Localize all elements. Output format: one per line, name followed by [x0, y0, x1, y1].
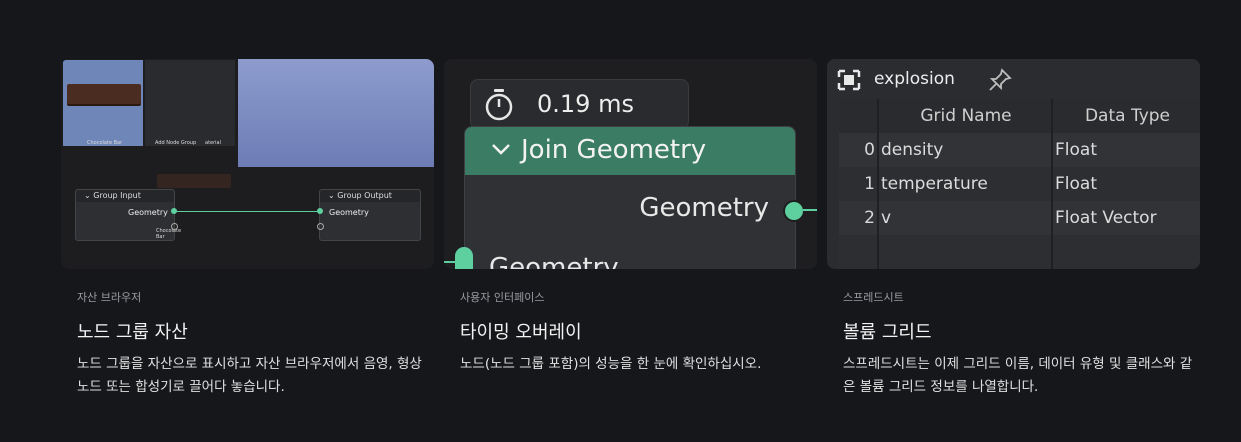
timing-badge: 0.19 ms — [470, 79, 689, 129]
timing-overlay-thumbnail: 0.19 ms Join Geometry Geometry Geometry — [444, 59, 817, 269]
table-row[interactable]: 0 density Float — [839, 133, 1200, 167]
grid-name-cell: temperature — [877, 167, 1052, 201]
card-title: 볼륨 그리드 — [843, 322, 932, 343]
asset-label: aterial — [205, 140, 221, 146]
data-type-cell: Float — [1051, 133, 1200, 167]
column-header-data-type[interactable]: Data Type — [1051, 99, 1200, 133]
feature-card-asset-browser: Chocolate Bar Add Node Group aterial ⌄ G… — [61, 59, 434, 399]
card-category: 스프레드시트 — [843, 291, 904, 304]
grid-name-cell-empty — [877, 235, 1052, 269]
viewport-preview — [238, 59, 434, 167]
data-type-cell: Float Vector — [1051, 201, 1200, 235]
row-index-empty — [839, 235, 878, 269]
node-title: Group Output — [337, 191, 392, 200]
table-row[interactable]: 2 v Float Vector — [839, 201, 1200, 235]
card-description: 스프레드시트는 이제 그리드 이름, 데이터 유형 및 클래스와 같은 볼륨 그… — [843, 356, 1193, 395]
card-description: 노드 그룹을 자산으로 표시하고 자산 브라우저에서 음영, 형상 노드 또는 … — [77, 356, 422, 395]
spreadsheet-header: explosion — [827, 59, 1200, 99]
pin-icon[interactable] — [987, 67, 1013, 93]
object-name: explosion — [874, 69, 955, 89]
chevron-down-icon[interactable] — [489, 137, 513, 161]
asset-tile-material[interactable]: Add Node Group aterial — [145, 60, 302, 146]
output-socket[interactable] — [783, 200, 805, 222]
group-input-node[interactable]: ⌄ Group Input Geometry Chocolate Bar — [75, 189, 181, 241]
input-socket[interactable] — [317, 208, 323, 214]
card-title: 노드 그룹 자산 — [77, 322, 188, 343]
volume-object-icon — [837, 69, 861, 91]
index-header — [839, 99, 878, 133]
asset-tile-chocolate[interactable]: Chocolate Bar — [63, 60, 143, 146]
table-row-empty — [839, 235, 1200, 269]
asset-browser-thumbnail: Chocolate Bar Add Node Group aterial ⌄ G… — [61, 59, 434, 269]
column-header-grid-name[interactable]: Grid Name — [877, 99, 1052, 133]
row-index: 0 — [839, 133, 878, 167]
node-label: Chocolate Bar — [156, 228, 182, 240]
chevron-down-icon: ⌄ — [328, 191, 335, 200]
spreadsheet-thumbnail: explosion Grid Name Data Type 0 density … — [827, 59, 1200, 269]
empty-socket[interactable] — [171, 223, 178, 230]
input-socket-label: Geometry — [489, 253, 619, 269]
socket-label: Geometry — [329, 208, 369, 217]
stopwatch-icon — [485, 89, 513, 121]
feature-card-spreadsheet: explosion Grid Name Data Type 0 density … — [827, 59, 1200, 399]
asset-label: Chocolate Bar — [87, 140, 123, 146]
node-title: Group Input — [93, 191, 141, 200]
timing-value: 0.19 ms — [537, 90, 634, 118]
card-title: 타이밍 오버레이 — [460, 322, 582, 343]
grid-name-cell: density — [877, 133, 1052, 167]
input-socket[interactable] — [455, 247, 473, 269]
row-index: 2 — [839, 201, 878, 235]
group-output-node[interactable]: ⌄ Group Output Geometry — [319, 189, 421, 241]
output-socket-label: Geometry — [639, 193, 769, 223]
dragged-asset-preview — [157, 174, 231, 188]
join-geometry-node[interactable]: Join Geometry Geometry Geometry — [464, 126, 796, 269]
empty-socket[interactable] — [317, 223, 324, 230]
data-type-cell-empty — [1051, 235, 1200, 269]
chocolate-bar-image — [67, 84, 141, 104]
card-category: 사용자 인터페이스 — [460, 291, 545, 304]
spreadsheet-table: Grid Name Data Type 0 density Float 1 te… — [839, 99, 1200, 269]
grid-name-cell: v — [877, 201, 1052, 235]
table-row[interactable]: 1 temperature Float — [839, 167, 1200, 201]
asset-label: Add Node Group — [155, 140, 197, 146]
socket-label: Geometry — [128, 208, 168, 217]
row-index: 1 — [839, 167, 878, 201]
node-link — [803, 209, 817, 211]
card-category: 자산 브라우저 — [77, 291, 142, 304]
node-link — [444, 261, 456, 263]
node-link — [174, 211, 320, 212]
feature-card-timing-overlay: 0.19 ms Join Geometry Geometry Geometry … — [444, 59, 817, 376]
data-type-cell: Float — [1051, 167, 1200, 201]
node-title: Join Geometry — [521, 135, 707, 165]
card-description: 노드(노드 그룹 포함)의 성능을 한 눈에 확인하십시오. — [460, 356, 762, 372]
table-header-row: Grid Name Data Type — [839, 99, 1200, 133]
node-header[interactable]: Join Geometry — [465, 127, 795, 175]
asset-browser-panel: Chocolate Bar Add Node Group aterial — [61, 59, 434, 167]
chevron-down-icon: ⌄ — [84, 191, 91, 200]
